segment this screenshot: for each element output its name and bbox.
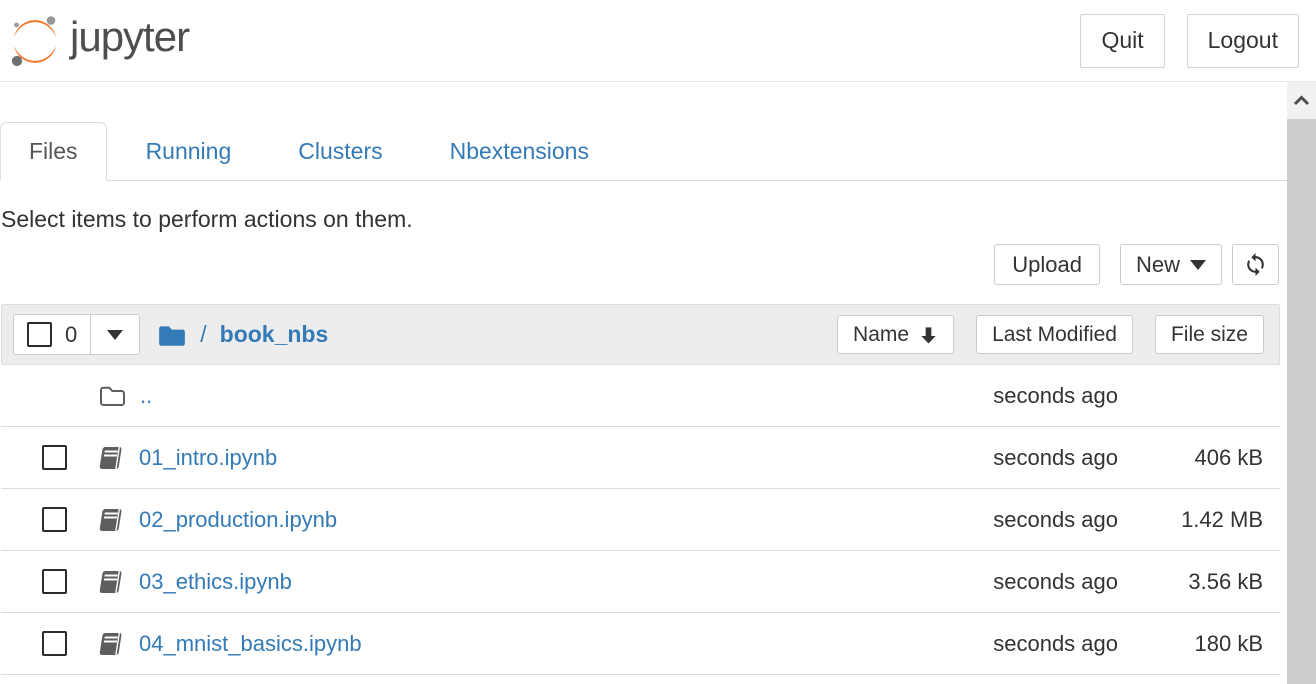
select-all-checkbox[interactable] [27,322,52,347]
parent-directory-link[interactable]: .. [140,383,152,409]
tab-bar: Files Running Clusters Nbextensions [0,122,1287,181]
row-modified: seconds ago [908,631,1118,657]
scrollbar[interactable] [1287,82,1316,684]
folder-icon[interactable] [157,322,187,348]
row-checkbox[interactable] [42,569,67,594]
caret-down-icon [1190,260,1206,270]
select-filter-dropdown[interactable] [91,315,139,354]
row-size: 406 kB [1118,445,1263,471]
selected-count: 0 [65,322,77,348]
arrow-down-icon [919,325,938,345]
sort-name-label: Name [853,323,909,347]
tab-clusters[interactable]: Clusters [270,122,410,181]
row-size: 3.56 kB [1118,569,1263,595]
file-row: 02_production.ipynb seconds ago 1.42 MB [1,489,1280,551]
file-row-parent: .. seconds ago [1,365,1280,427]
content: Files Running Clusters Nbextensions Sele… [0,82,1287,684]
row-size: 180 kB [1118,631,1263,657]
file-list: .. seconds ago [1,365,1280,675]
row-modified: seconds ago [908,445,1118,471]
tab-nbextensions[interactable]: Nbextensions [422,122,617,181]
chevron-up-icon [1293,95,1310,106]
file-link[interactable]: 02_production.ipynb [139,507,337,533]
breadcrumb-root-link[interactable]: / [200,321,206,348]
refresh-icon [1243,252,1268,277]
notice-text: Select items to perform actions on them. [1,206,1287,233]
upload-button[interactable]: Upload [994,244,1100,285]
list-header: 0 / book_nbs Name [1,304,1280,365]
jupyter-file-browser: jupyter Quit Logout Files Running Cluste… [0,0,1316,684]
header: jupyter Quit Logout [0,0,1316,82]
caret-down-icon [107,330,123,340]
notebook-icon [98,570,125,594]
row-modified: seconds ago [908,507,1118,533]
folder-open-outline-icon [98,384,126,408]
row-size: 1.42 MB [1118,507,1263,533]
header-buttons: Quit Logout [1080,14,1299,68]
file-link[interactable]: 03_ethics.ipynb [139,569,292,595]
select-group: 0 [13,314,140,355]
breadcrumb-current-folder: book_nbs [220,321,329,348]
tab-running[interactable]: Running [118,122,260,181]
action-row: Upload New [0,244,1287,285]
logo-text: jupyter [70,13,189,61]
select-all-button[interactable]: 0 [14,315,90,354]
file-row: 01_intro.ipynb seconds ago 406 kB [1,427,1280,489]
jupyter-logo-icon [10,13,60,69]
row-checkbox[interactable] [42,507,67,532]
notebook-icon [98,508,125,532]
refresh-button[interactable] [1232,244,1279,285]
jupyter-logo[interactable]: jupyter [10,13,189,69]
main-area: Files Running Clusters Nbextensions Sele… [0,82,1316,684]
sort-last-modified-button[interactable]: Last Modified [976,315,1133,354]
breadcrumb: / book_nbs [157,321,328,348]
file-link[interactable]: 04_mnist_basics.ipynb [139,631,362,657]
file-link[interactable]: 01_intro.ipynb [139,445,277,471]
row-checkbox[interactable] [42,631,67,656]
row-checkbox[interactable] [42,445,67,470]
checkbox-spacer [42,383,67,408]
notebook-icon [98,446,125,470]
file-row: 03_ethics.ipynb seconds ago 3.56 kB [1,551,1280,613]
scrollbar-thumb[interactable] [1287,119,1316,684]
scroll-up-button[interactable] [1287,82,1316,119]
new-dropdown-button[interactable]: New [1120,244,1222,285]
quit-button[interactable]: Quit [1080,14,1164,68]
tab-files[interactable]: Files [0,122,107,181]
new-button-label: New [1136,252,1180,278]
notebook-icon [98,632,125,656]
sort-buttons: Name Last Modified File size [837,315,1264,354]
sort-file-size-button[interactable]: File size [1155,315,1264,354]
row-modified: seconds ago [908,383,1118,409]
logout-button[interactable]: Logout [1187,14,1299,68]
file-row: 04_mnist_basics.ipynb seconds ago 180 kB [1,613,1280,675]
row-modified: seconds ago [908,569,1118,595]
sort-name-button[interactable]: Name [837,315,954,354]
